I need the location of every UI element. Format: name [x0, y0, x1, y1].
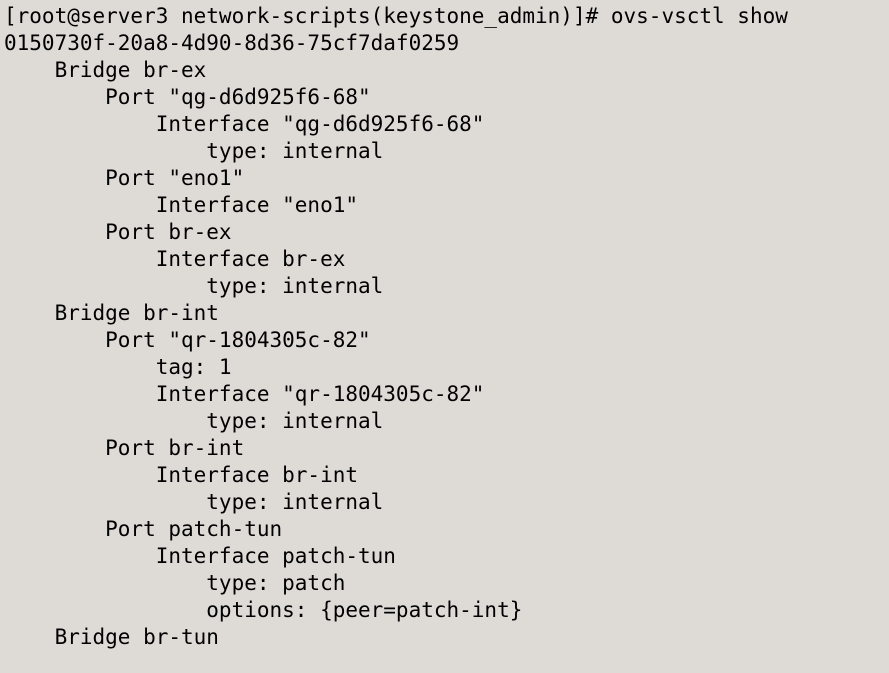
- terminal-output: [root@server3 network-scripts(keystone_a…: [0, 0, 889, 654]
